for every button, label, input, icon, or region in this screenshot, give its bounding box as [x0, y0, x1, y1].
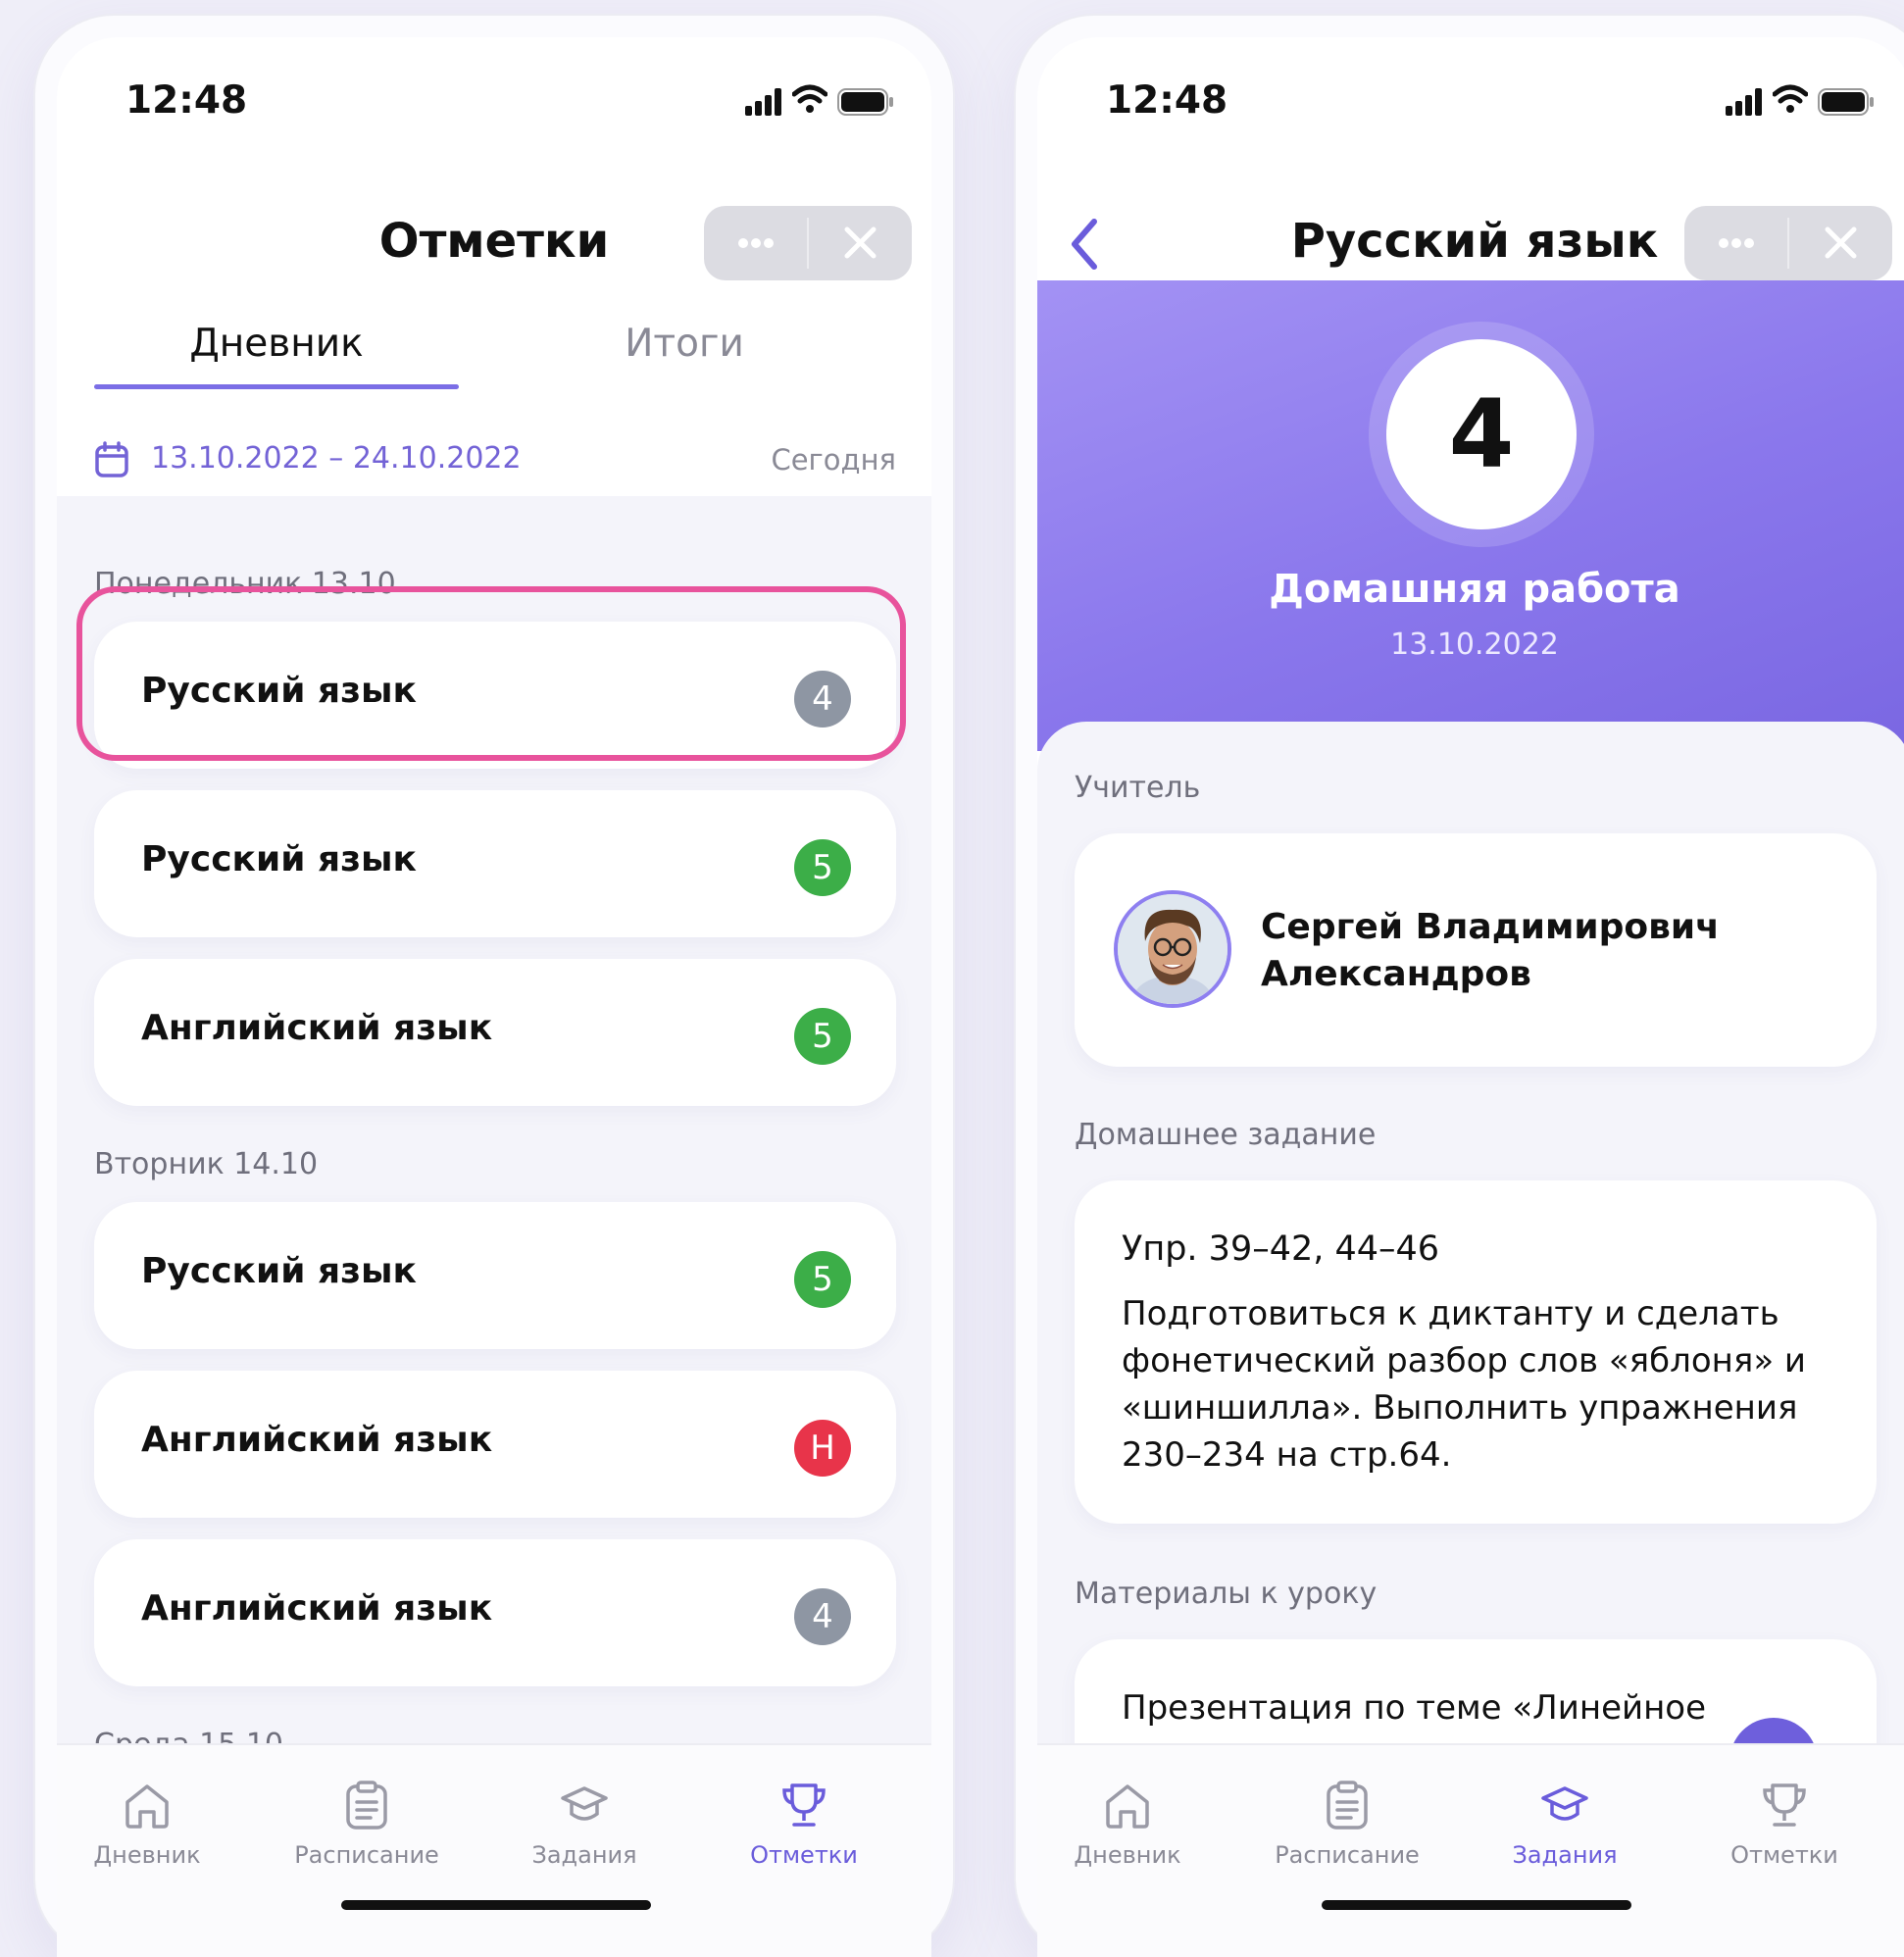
status-time: 12:48 — [1106, 78, 1228, 123]
today-button[interactable]: Сегодня — [771, 443, 896, 477]
day-header: Вторник 14.10 — [94, 1147, 319, 1181]
subject-name: Английский язык — [141, 1420, 493, 1460]
grade-badge: 5 — [794, 1251, 851, 1308]
subject-name: Русский язык — [141, 1251, 417, 1291]
grade-badge: 4 — [794, 1588, 851, 1645]
home-icon — [125, 1784, 169, 1829]
homework-text: Подготовиться к диктанту и сделать фонет… — [1122, 1294, 1807, 1475]
trophy-icon — [1763, 1783, 1806, 1827]
calendar-icon[interactable] — [94, 441, 129, 478]
teacher-photo — [1118, 894, 1228, 1004]
wifi-icon — [792, 84, 827, 113]
home-indicator — [341, 1900, 651, 1910]
tabbar-item-schedule[interactable]: Расписание — [1259, 1781, 1435, 1869]
list-item[interactable]: Английский язык 5 — [94, 959, 896, 1106]
mini-app-capsule — [704, 206, 912, 280]
marks-screen: 12:48 Отметки Дневник Итоги 13.10.2022 –… — [57, 37, 931, 1957]
navbar: Отметки — [57, 155, 931, 292]
tabbar-label: Расписание — [294, 1841, 439, 1869]
teacher-heading: Учитель — [1075, 771, 1201, 805]
tabbar-item-diary[interactable]: Дневник — [59, 1781, 235, 1869]
tabbar-item-tasks[interactable]: Задания — [496, 1781, 673, 1869]
tabbar-item-marks[interactable]: Отметки — [716, 1781, 892, 1869]
wifi-icon — [1773, 84, 1808, 113]
grade-badge: 5 — [794, 839, 851, 896]
mini-app-capsule — [1684, 206, 1892, 280]
date-range-button[interactable]: 13.10.2022 – 24.10.2022 — [151, 441, 522, 476]
active-tab-indicator — [94, 384, 459, 389]
subject-name: Английский язык — [141, 1588, 493, 1629]
tabbar-label: Отметки — [1730, 1841, 1838, 1869]
more-icon — [1719, 238, 1754, 248]
tabbar-label: Дневник — [93, 1841, 201, 1869]
tabbar-item-tasks[interactable]: Задания — [1477, 1781, 1653, 1869]
materials-heading: Материалы к уроку — [1075, 1577, 1378, 1611]
navbar: Русский язык — [1037, 155, 1904, 292]
grade-value: 4 — [1386, 339, 1577, 529]
status-bar: 12:48 — [57, 37, 931, 135]
date-range-row: 13.10.2022 – 24.10.2022 Сегодня — [57, 420, 931, 498]
home-icon — [1106, 1784, 1149, 1829]
grade-badge: Н — [794, 1420, 851, 1477]
close-icon — [844, 226, 877, 259]
tabbar-item-marks[interactable]: Отметки — [1696, 1781, 1873, 1869]
homework-short: Упр. 39–42, 44–46 — [1122, 1229, 1440, 1269]
trophy-icon — [782, 1783, 826, 1827]
tabbar-item-diary[interactable]: Дневник — [1039, 1781, 1216, 1869]
close-icon — [1825, 226, 1857, 259]
subject-name: Английский язык — [141, 1008, 493, 1048]
phone-left: 12:48 Отметки Дневник Итоги 13.10.2022 –… — [35, 16, 953, 1957]
battery-icon — [1818, 88, 1874, 116]
graduation-cap-icon — [561, 1786, 608, 1821]
subject-name: Русский язык — [141, 839, 417, 879]
clipboard-icon — [346, 1781, 387, 1830]
avatar — [1114, 890, 1231, 1008]
tabbar-label: Задания — [531, 1841, 637, 1869]
tabbar-label: Расписание — [1275, 1841, 1420, 1869]
tabbar-label: Отметки — [750, 1841, 858, 1869]
bottom-tab-bar: Дневник Расписание Задания Отметки — [1037, 1743, 1904, 1957]
tabbar-item-schedule[interactable]: Расписание — [278, 1781, 455, 1869]
homework-heading: Домашнее задание — [1075, 1118, 1377, 1152]
teacher-card[interactable]: Сергей Владимирович Александров — [1075, 833, 1877, 1067]
material-title: Презентация по теме «Линейное — [1122, 1688, 1707, 1728]
more-button[interactable] — [704, 206, 807, 280]
grade-badge: 5 — [794, 1008, 851, 1065]
list-item[interactable]: Английский язык 4 — [94, 1539, 896, 1686]
tab-diary[interactable]: Дневник — [94, 322, 459, 366]
home-indicator — [1322, 1900, 1631, 1910]
signal-icon — [745, 88, 781, 116]
work-date: 13.10.2022 — [1390, 627, 1559, 662]
clipboard-icon — [1327, 1781, 1368, 1830]
status-bar: 12:48 — [1037, 37, 1904, 135]
list-item[interactable]: Русский язык 5 — [94, 790, 896, 937]
graduation-cap-icon — [1541, 1786, 1588, 1821]
teacher-name: Сергей Владимирович Александров — [1261, 907, 1720, 994]
tabbar-label: Дневник — [1074, 1841, 1181, 1869]
close-button[interactable] — [809, 206, 912, 280]
list-item[interactable]: Английский язык Н — [94, 1371, 896, 1518]
bottom-tab-bar: Дневник Расписание Задания Отметки — [57, 1743, 931, 1957]
grade-hero: 4 Домашняя работа 13.10.2022 — [1037, 280, 1904, 751]
signal-icon — [1726, 88, 1762, 116]
battery-icon — [837, 88, 893, 116]
highlight-frame — [76, 586, 906, 761]
tabbar-label: Задания — [1512, 1841, 1618, 1869]
tab-totals[interactable]: Итоги — [527, 322, 841, 366]
work-type: Домашняя работа — [1269, 567, 1680, 612]
phone-right: 12:48 Русский язык 4 Домашняя работа 13.… — [1016, 16, 1904, 1957]
close-button[interactable] — [1789, 206, 1892, 280]
segment-tabs: Дневник Итоги — [57, 300, 931, 389]
list-item[interactable]: Русский язык 5 — [94, 1202, 896, 1349]
status-time: 12:48 — [125, 78, 248, 123]
homework-card: Упр. 39–42, 44–46 Подготовиться к диктан… — [1075, 1180, 1877, 1524]
grade-detail-screen: 12:48 Русский язык 4 Домашняя работа 13.… — [1037, 37, 1904, 1957]
more-button[interactable] — [1684, 206, 1787, 280]
more-icon — [738, 238, 774, 248]
